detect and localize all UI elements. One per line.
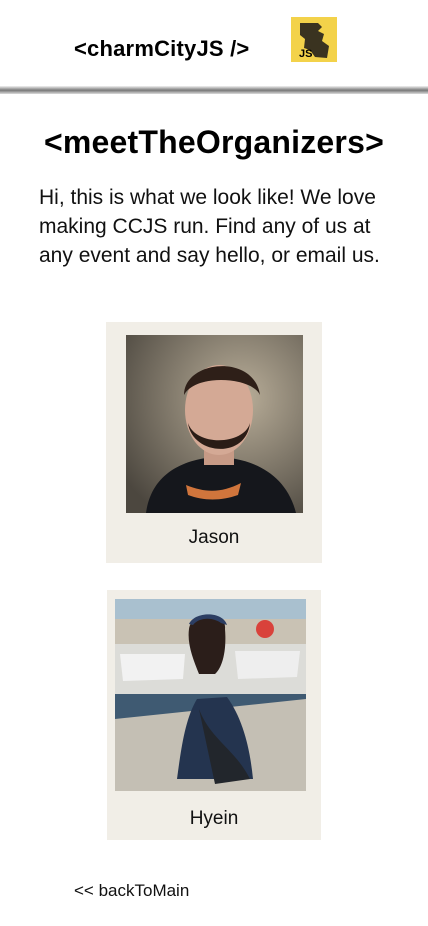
organizer-photo (126, 335, 303, 513)
page-title: <meetTheOrganizers> (44, 124, 384, 160)
organizer-card: Jason (106, 322, 322, 563)
organizer-photo-illustration (115, 599, 306, 791)
organizer-photo (115, 599, 306, 791)
site-brand-link[interactable]: <charmCityJS /> (74, 36, 249, 62)
js-logo-text: JS (299, 48, 312, 60)
organizer-photo-illustration (126, 335, 303, 513)
js-logo-icon: JS (291, 17, 337, 62)
organizer-card: Hyein (107, 590, 321, 840)
organizer-name: Hyein (189, 808, 239, 829)
site-header: <charmCityJS /> JS (0, 0, 428, 94)
organizer-name: Jason (188, 527, 240, 548)
intro-text: Hi, this is what we look like! We love m… (39, 186, 380, 267)
back-to-main-link[interactable]: << backToMain (74, 881, 189, 901)
header-divider (0, 86, 428, 94)
js-logo-graphic: JS (291, 17, 337, 62)
